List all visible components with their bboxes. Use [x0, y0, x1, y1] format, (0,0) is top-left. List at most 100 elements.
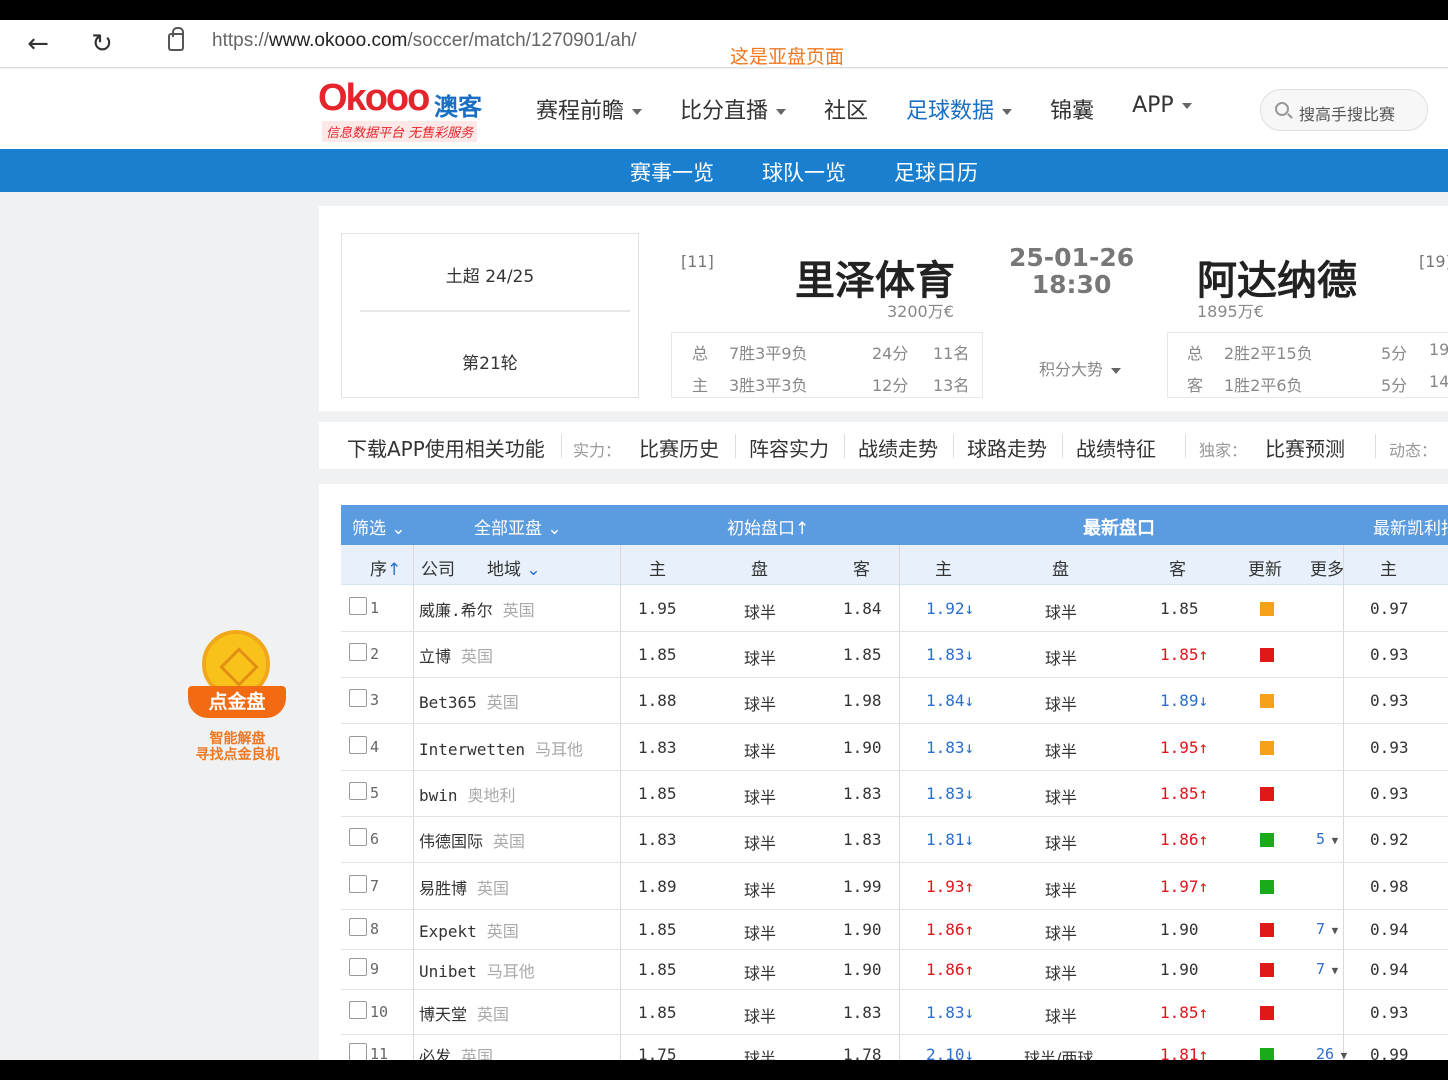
table-row[interactable]: 2 立博 英国 1.85 球半 1.85 1.83↓ 球半 1.85↑ 0.93 — [341, 632, 1448, 678]
lock-icon[interactable] — [168, 27, 184, 51]
latest-away-value: 1.85 — [1160, 645, 1199, 664]
arrow-down-icon: ↓ — [964, 645, 975, 664]
reload-icon[interactable]: ↻ — [82, 24, 122, 64]
search-input[interactable]: 搜高手搜比赛 — [1260, 89, 1428, 131]
link-form-trend[interactable]: 战绩走势 — [858, 433, 938, 462]
company-cell[interactable]: 易胜博 英国 — [419, 875, 509, 899]
link-match-history[interactable]: 比赛历史 — [639, 433, 719, 462]
all-handicap-dropdown[interactable]: 全部亚盘 ⌄ — [474, 514, 562, 539]
company-cell[interactable]: 威廉.希尔 英国 — [419, 597, 535, 621]
company-name[interactable]: Interwetten — [419, 740, 525, 759]
subnav-calendar[interactable]: 足球日历 — [894, 157, 978, 187]
update-status-indicator — [1260, 648, 1274, 662]
league-name[interactable]: 土超 24/25 — [342, 262, 638, 287]
nav-app[interactable]: APP — [1132, 93, 1192, 125]
row-checkbox[interactable] — [349, 828, 367, 846]
company-name[interactable]: 立博 — [419, 647, 451, 666]
company-name[interactable]: Expekt — [419, 922, 477, 941]
company-cell[interactable]: Unibet 马耳他 — [419, 958, 535, 982]
nav-football-data[interactable]: 足球数据 — [906, 93, 1013, 125]
row-checkbox[interactable] — [349, 736, 367, 754]
browser-toolbar: ← ↻ https://www.okooo.com/soccer/match/1… — [0, 20, 1448, 68]
home-stat-rank: 13名 — [933, 376, 970, 395]
latest-handicap: 球半 — [1045, 964, 1078, 983]
row-checkbox[interactable] — [349, 689, 367, 707]
league-round: 第21轮 — [462, 354, 518, 374]
company-cell[interactable]: Expekt 英国 — [419, 918, 519, 942]
link-ball-trend[interactable]: 球路走势 — [967, 433, 1047, 462]
nav-live-score[interactable]: 比分直播 — [680, 93, 787, 125]
company-name[interactable]: Bet365 — [419, 693, 477, 712]
chevron-down-icon — [632, 109, 643, 115]
table-row[interactable]: 6 伟德国际 英国 1.83 球半 1.83 1.81↓ 球半 1.86↑ 5 ▼ 0.92 — [341, 817, 1448, 863]
sort-up-icon: ↑ — [387, 560, 402, 580]
company-name[interactable]: 威廉.希尔 — [419, 601, 493, 620]
home-stat-label: 主 — [692, 376, 709, 395]
table-row[interactable]: 5 bwin 奥地利 1.85 球半 1.83 1.83↓ 球半 1.85↑ 0.93 — [341, 771, 1448, 817]
home-stat-record: 3胜3平3负 — [729, 376, 808, 395]
company-region: 英国 — [461, 647, 494, 666]
latest-away-value: 1.95 — [1160, 738, 1199, 757]
away-stat-record: 2胜2平15负 — [1224, 344, 1313, 363]
row-checkbox[interactable] — [349, 958, 367, 976]
row-checkbox[interactable] — [349, 597, 367, 615]
table-row[interactable]: 10 博天堂 英国 1.85 球半 1.83 1.83↓ 球半 1.85↑ 0.93 — [341, 990, 1448, 1035]
nav-schedule[interactable]: 赛程前瞻 — [536, 93, 643, 125]
company-cell[interactable]: 立博 英国 — [419, 643, 493, 667]
company-name[interactable]: Unibet — [419, 962, 477, 981]
row-checkbox[interactable] — [349, 782, 367, 800]
gold-handicap-ad[interactable]: 点金盘 智能解盘 寻找点金良机 — [180, 628, 295, 768]
chevron-down-icon: ⌄ — [526, 560, 541, 580]
initial-home-odds: 1.85 — [638, 784, 677, 803]
company-name[interactable]: bwin — [419, 786, 458, 805]
company-cell[interactable]: 博天堂 英国 — [419, 1001, 509, 1025]
standings-trend-dropdown[interactable]: 积分大势 — [1039, 356, 1122, 380]
update-status-indicator — [1260, 694, 1274, 708]
region-dropdown[interactable]: 地域 ⌄ — [487, 555, 541, 580]
download-app-link[interactable]: 下载APP使用相关功能 — [347, 433, 545, 462]
table-row[interactable]: 8 Expekt 英国 1.85 球半 1.90 1.86↑ 球半 1.90 7 ▼ 0.94 — [341, 910, 1448, 950]
site-logo[interactable]: Okooo 澳客 信息数据平台 无售彩服务 — [318, 77, 498, 142]
sub-nav: 赛事一览 球队一览 足球日历 — [0, 149, 1448, 192]
row-checkbox[interactable] — [349, 918, 367, 936]
chevron-down-icon — [776, 109, 787, 115]
company-name[interactable]: 伟德国际 — [419, 832, 483, 851]
latest-away-value: 1.90 — [1160, 920, 1199, 939]
back-arrow-icon[interactable]: ← — [18, 24, 58, 64]
row-checkbox[interactable] — [349, 875, 367, 893]
table-row[interactable]: 3 Bet365 英国 1.88 球半 1.98 1.84↓ 球半 1.89↓ 0.93 — [341, 678, 1448, 724]
company-name[interactable]: 博天堂 — [419, 1005, 467, 1024]
more-history-dropdown[interactable]: 5 ▼ — [1316, 830, 1338, 848]
company-name[interactable]: 易胜博 — [419, 879, 467, 898]
latest-home-value: 1.83 — [926, 1003, 965, 1022]
row-checkbox[interactable] — [349, 1043, 367, 1061]
table-row[interactable]: 9 Unibet 马耳他 1.85 球半 1.90 1.86↑ 球半 1.90 7 ▼ 0.94 — [341, 950, 1448, 990]
link-lineup-strength[interactable]: 阵容实力 — [749, 433, 829, 462]
table-row[interactable]: 7 易胜博 英国 1.89 球半 1.99 1.93↑ 球半 1.97↑ 0.98 — [341, 863, 1448, 910]
nav-community[interactable]: 社区 — [824, 93, 868, 125]
table-row[interactable]: 1 威廉.希尔 英国 1.95 球半 1.84 1.92↓ 球半 1.85 0.97 — [341, 585, 1448, 632]
subnav-events[interactable]: 赛事一览 — [630, 157, 714, 187]
company-cell[interactable]: Bet365 英国 — [419, 689, 519, 713]
more-history-dropdown[interactable]: 7 ▼ — [1316, 960, 1338, 978]
company-cell[interactable]: bwin 奥地利 — [419, 782, 516, 806]
more-history-dropdown[interactable]: 7 ▼ — [1316, 920, 1338, 938]
initial-odds-sort[interactable]: 初始盘口↑ — [727, 514, 809, 539]
filter-dropdown[interactable]: 筛选 ⌄ — [352, 514, 406, 539]
company-cell[interactable]: Interwetten 马耳他 — [419, 736, 583, 760]
latest-handicap: 球半 — [1045, 695, 1078, 714]
divider — [360, 310, 630, 312]
seq-sort[interactable]: 序↑ — [370, 555, 401, 580]
chevron-down-icon: ⌄ — [547, 519, 562, 539]
company-cell[interactable]: 伟德国际 英国 — [419, 828, 525, 852]
url-text[interactable]: https://www.okooo.com/soccer/match/12709… — [212, 30, 637, 52]
arrow-up-icon: ↑ — [1198, 645, 1209, 664]
table-row[interactable]: 4 Interwetten 马耳他 1.83 球半 1.90 1.83↓ 球半 1.95↑ 0.9… — [341, 724, 1448, 771]
row-checkbox[interactable] — [349, 643, 367, 661]
link-form-features[interactable]: 战绩特征 — [1076, 433, 1156, 462]
row-checkbox[interactable] — [349, 1001, 367, 1019]
latest-handicap: 球半 — [1045, 603, 1078, 622]
link-prediction[interactable]: 比赛预测 — [1265, 433, 1345, 462]
nav-tips[interactable]: 锦囊 — [1050, 93, 1094, 125]
subnav-teams[interactable]: 球队一览 — [762, 157, 846, 187]
